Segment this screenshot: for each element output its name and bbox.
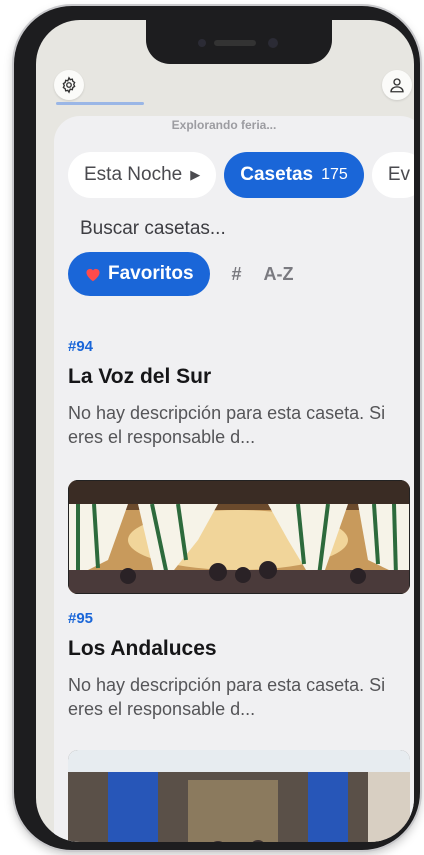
play-icon: ▶ — [190, 167, 201, 182]
sheet-title: Explorando feria... — [171, 118, 277, 132]
caseta-card[interactable]: #95 Los Andaluces No hay descripción par… — [68, 610, 410, 721]
bottom-sheet: Explorando feria... Esta Noche ▶ Casetas… — [54, 116, 414, 842]
active-tab-indicator — [56, 102, 144, 105]
caseta-card[interactable]: #94 La Voz del Sur No hay descripción pa… — [68, 338, 410, 449]
search-input[interactable]: Buscar casetas... — [80, 218, 226, 240]
profile-button[interactable] — [382, 70, 412, 100]
caseta-description: No hay descripción para esta caseta. Si … — [68, 675, 386, 719]
tab-casetas[interactable]: Casetas 175 — [224, 152, 364, 198]
settings-button[interactable] — [54, 70, 84, 100]
gear-icon — [62, 76, 76, 94]
caseta-name: La Voz del Sur — [68, 365, 212, 388]
favorites-label: Favoritos — [108, 263, 194, 284]
tab-esta-noche-label: Esta Noche — [84, 164, 183, 185]
category-tabs: Esta Noche ▶ Casetas 175 Ev — [68, 152, 414, 198]
favorites-filter-button[interactable]: Favoritos — [68, 252, 210, 296]
caseta-name: Los Andaluces — [68, 637, 217, 660]
user-icon — [390, 78, 404, 93]
tab-eventos[interactable]: Ev — [371, 152, 414, 198]
top-bar — [36, 66, 414, 112]
notch — [146, 20, 332, 64]
caseta-photo[interactable] — [68, 750, 410, 842]
sort-filters: Favoritos # A-Z — [68, 252, 294, 296]
heart-icon — [86, 268, 100, 282]
phone-frame: Explorando feria... Esta Noche ▶ Casetas… — [14, 6, 420, 850]
tab-eventos-label: Ev — [387, 164, 411, 185]
caseta-photo[interactable] — [68, 480, 410, 594]
caseta-number: #95 — [68, 610, 94, 627]
caseta-number: #94 — [68, 338, 94, 355]
sort-alphabetical-button[interactable]: A-Z — [264, 264, 294, 285]
sort-by-number-button[interactable]: # — [232, 264, 242, 285]
tab-casetas-label: Casetas — [240, 164, 314, 185]
tab-esta-noche[interactable]: Esta Noche ▶ — [68, 152, 217, 198]
app-screen: Explorando feria... Esta Noche ▶ Casetas… — [36, 20, 414, 842]
caseta-description: No hay descripción para esta caseta. Si … — [68, 403, 386, 447]
casetas-count: 175 — [321, 166, 348, 183]
